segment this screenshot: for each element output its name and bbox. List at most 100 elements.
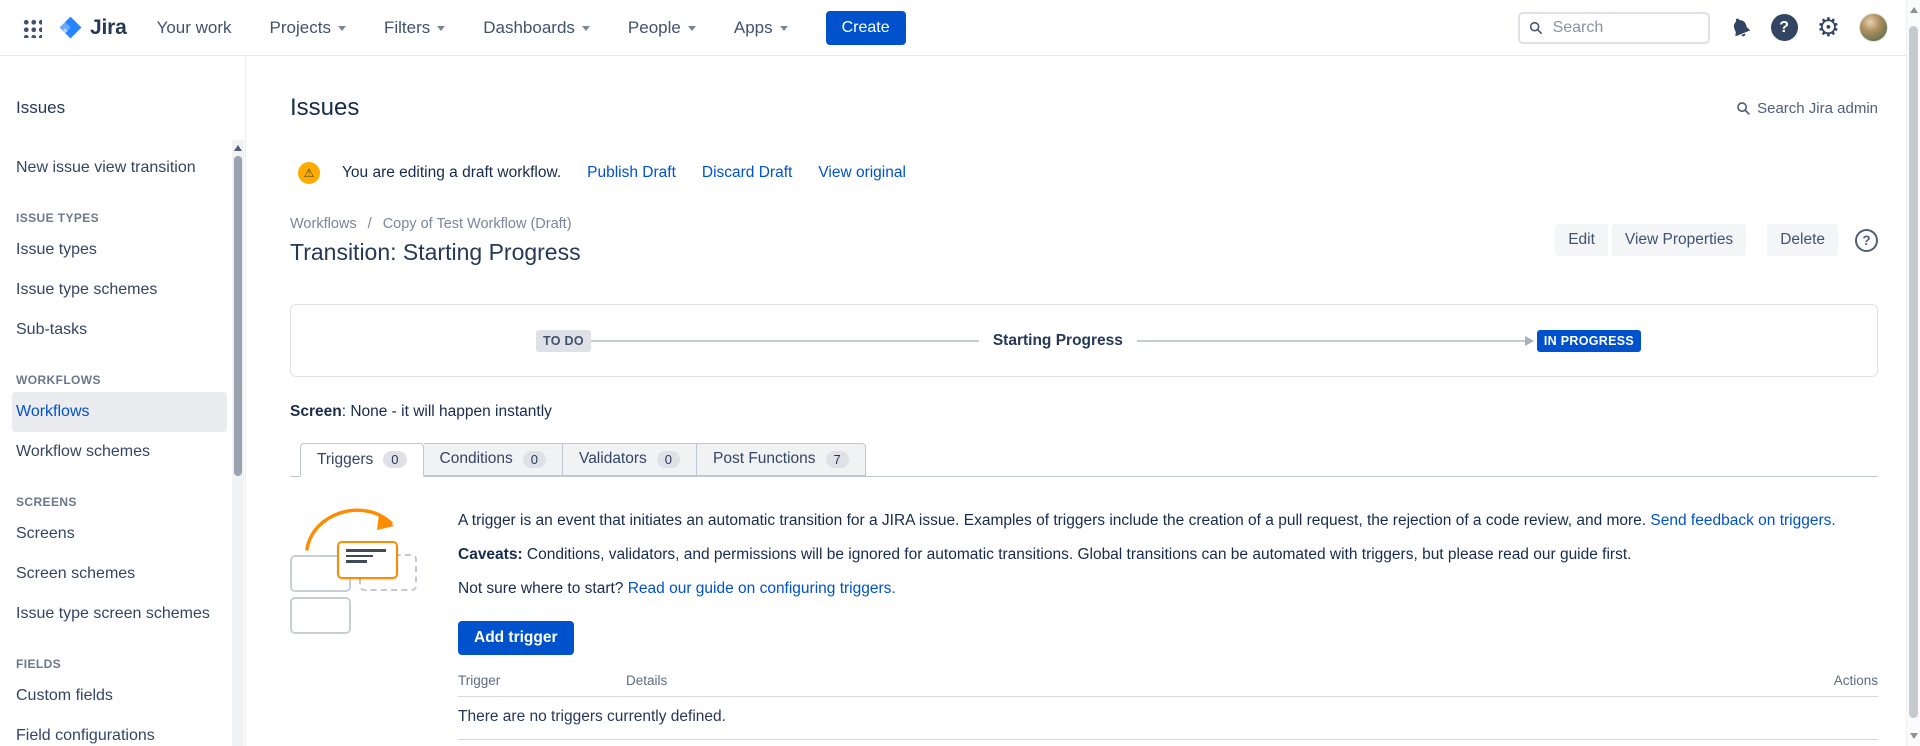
to-status-lozenge: IN PROGRESS <box>1537 330 1641 352</box>
topbar-right-cluster <box>1518 12 1888 44</box>
publish-draft-link[interactable]: Publish Draft <box>587 164 676 182</box>
sidebar-section-fields: FIELDS <box>0 648 245 676</box>
create-button[interactable]: Create <box>826 11 906 45</box>
jira-logo-text: Jira <box>90 16 127 40</box>
sidebar-item-screens[interactable]: Screens <box>12 514 227 554</box>
sidebar-scrollbar-thumb[interactable] <box>234 156 242 476</box>
transition-header-row: Workflows / Copy of Test Workflow (Draft… <box>290 216 1878 266</box>
scroll-down-arrow-icon[interactable] <box>1910 733 1918 739</box>
transition-diagram: TO DO Starting Progress IN PROGRESS <box>290 304 1878 377</box>
sidebar-item-screen-schemes[interactable]: Screen schemes <box>12 554 227 594</box>
chevron-down-icon <box>582 26 590 31</box>
sidebar-nav: New issue view transition ISSUE TYPES Is… <box>0 148 245 746</box>
trigger-start-paragraph: Not sure where to start? Read our guide … <box>458 579 1878 599</box>
nav-dashboards[interactable]: Dashboards <box>483 18 590 38</box>
column-header-actions: Actions <box>1834 673 1878 688</box>
breadcrumb-separator: / <box>368 216 372 232</box>
nav-filters[interactable]: Filters <box>384 18 445 38</box>
draft-banner-message: You are editing a draft workflow. <box>342 164 561 182</box>
tab-validators[interactable]: Validators0 <box>563 443 697 476</box>
sidebar-item-new-issue-view-transition[interactable]: New issue view transition <box>12 148 227 188</box>
app-switcher-grid-icon <box>21 17 42 38</box>
nav-your-work[interactable]: Your work <box>157 18 232 38</box>
tab-count-badge: 0 <box>657 451 680 468</box>
delete-button[interactable]: Delete <box>1767 224 1838 256</box>
chevron-down-icon <box>780 26 788 31</box>
sidebar-scrollbar[interactable] <box>232 140 244 746</box>
add-trigger-button[interactable]: Add trigger <box>458 621 574 655</box>
transition-tabs: Triggers0 Conditions0 Validators0 Post F… <box>290 443 1878 477</box>
breadcrumb-workflows-link[interactable]: Workflows <box>290 216 357 232</box>
sidebar-item-issue-types[interactable]: Issue types <box>12 230 227 270</box>
column-header-details: Details <box>626 673 1834 688</box>
triggers-empty-row: There are no triggers currently defined. <box>458 697 1878 740</box>
sidebar-item-field-configurations[interactable]: Field configurations <box>12 716 227 746</box>
sidebar-title: Issues <box>16 98 245 118</box>
trigger-caveats-paragraph: Caveats: Conditions, validators, and per… <box>458 545 1878 565</box>
triggers-table-header: Trigger Details Actions <box>458 673 1878 697</box>
view-original-link[interactable]: View original <box>818 164 906 182</box>
scroll-up-arrow-icon[interactable] <box>1910 7 1918 13</box>
window-scrollbar[interactable] <box>1906 0 1920 746</box>
chevron-down-icon <box>437 26 445 31</box>
tab-count-badge: 7 <box>826 451 849 468</box>
sidebar-section-issue-types: ISSUE TYPES <box>0 202 245 230</box>
user-avatar[interactable] <box>1859 13 1888 42</box>
transition-title: Transition: Starting Progress <box>290 239 581 266</box>
chevron-down-icon <box>338 26 346 31</box>
trigger-intro-paragraph: A trigger is an event that initiates an … <box>458 511 1878 531</box>
trigger-description: A trigger is an event that initiates an … <box>458 499 1878 740</box>
sidebar-item-workflows[interactable]: Workflows <box>12 392 227 432</box>
sidebar-item-issue-type-screen-schemes[interactable]: Issue type screen schemes <box>12 594 227 634</box>
search-input[interactable] <box>1551 18 1699 38</box>
admin-sidebar: Issues New issue view transition ISSUE T… <box>0 56 246 746</box>
triggers-table: Trigger Details Actions There are no tri… <box>458 673 1878 740</box>
app-switcher-button[interactable] <box>14 11 48 45</box>
search-icon <box>1736 101 1751 116</box>
transition-name-label: Starting Progress <box>993 332 1123 350</box>
send-feedback-link[interactable]: Send feedback on triggers. <box>1650 512 1835 529</box>
nav-apps[interactable]: Apps <box>734 18 788 38</box>
help-button[interactable] <box>1771 14 1798 41</box>
triggers-panel: A trigger is an event that initiates an … <box>290 499 1878 740</box>
breadcrumb: Workflows / Copy of Test Workflow (Draft… <box>290 216 581 232</box>
draft-workflow-banner: ⚠ You are editing a draft workflow. Publ… <box>290 162 1878 184</box>
card-outline <box>290 597 351 634</box>
notifications-button[interactable] <box>1729 16 1752 39</box>
main-content: Issues Search Jira admin ⚠ You are editi… <box>246 56 1906 746</box>
nav-projects[interactable]: Projects <box>270 18 346 38</box>
help-icon[interactable] <box>1855 229 1878 252</box>
global-search[interactable] <box>1518 12 1710 44</box>
page-header: Issues Search Jira admin <box>290 94 1878 122</box>
tab-post-functions[interactable]: Post Functions7 <box>697 443 866 476</box>
arrow-right-icon <box>1525 336 1534 346</box>
search-icon <box>1529 20 1543 36</box>
sidebar-item-workflow-schemes[interactable]: Workflow schemes <box>12 432 227 472</box>
tab-triggers[interactable]: Triggers0 <box>300 443 424 477</box>
discard-draft-link[interactable]: Discard Draft <box>702 164 792 182</box>
settings-button[interactable] <box>1817 15 1840 41</box>
from-status-lozenge: TO DO <box>536 330 591 352</box>
view-properties-button[interactable]: View Properties <box>1612 224 1746 256</box>
jira-logo[interactable]: Jira <box>58 15 127 40</box>
sidebar-item-sub-tasks[interactable]: Sub-tasks <box>12 310 227 350</box>
page-title: Issues <box>290 94 359 122</box>
sidebar-item-issue-type-schemes[interactable]: Issue type schemes <box>12 270 227 310</box>
chevron-down-icon <box>688 26 696 31</box>
tab-count-badge: 0 <box>383 451 406 468</box>
sidebar-section-workflows: WORKFLOWS <box>0 364 245 392</box>
tab-conditions[interactable]: Conditions0 <box>424 443 563 476</box>
edit-button[interactable]: Edit <box>1555 224 1608 256</box>
sidebar-item-custom-fields[interactable]: Custom fields <box>12 676 227 716</box>
nav-people[interactable]: People <box>628 18 696 38</box>
window-scrollbar-thumb[interactable] <box>1909 26 1918 718</box>
transition-actions: Edit View Properties Delete <box>1555 224 1878 256</box>
connector-line <box>591 340 979 342</box>
sidebar-section-screens: SCREENS <box>0 486 245 514</box>
bell-icon <box>1725 13 1755 43</box>
primary-nav: Your work Projects Filters Dashboards Pe… <box>157 18 788 38</box>
jira-logo-icon <box>58 15 83 40</box>
configuring-triggers-guide-link[interactable]: Read our guide on configuring triggers. <box>628 580 896 597</box>
scroll-up-arrow-icon[interactable] <box>234 145 242 151</box>
search-jira-admin-link[interactable]: Search Jira admin <box>1736 100 1878 117</box>
